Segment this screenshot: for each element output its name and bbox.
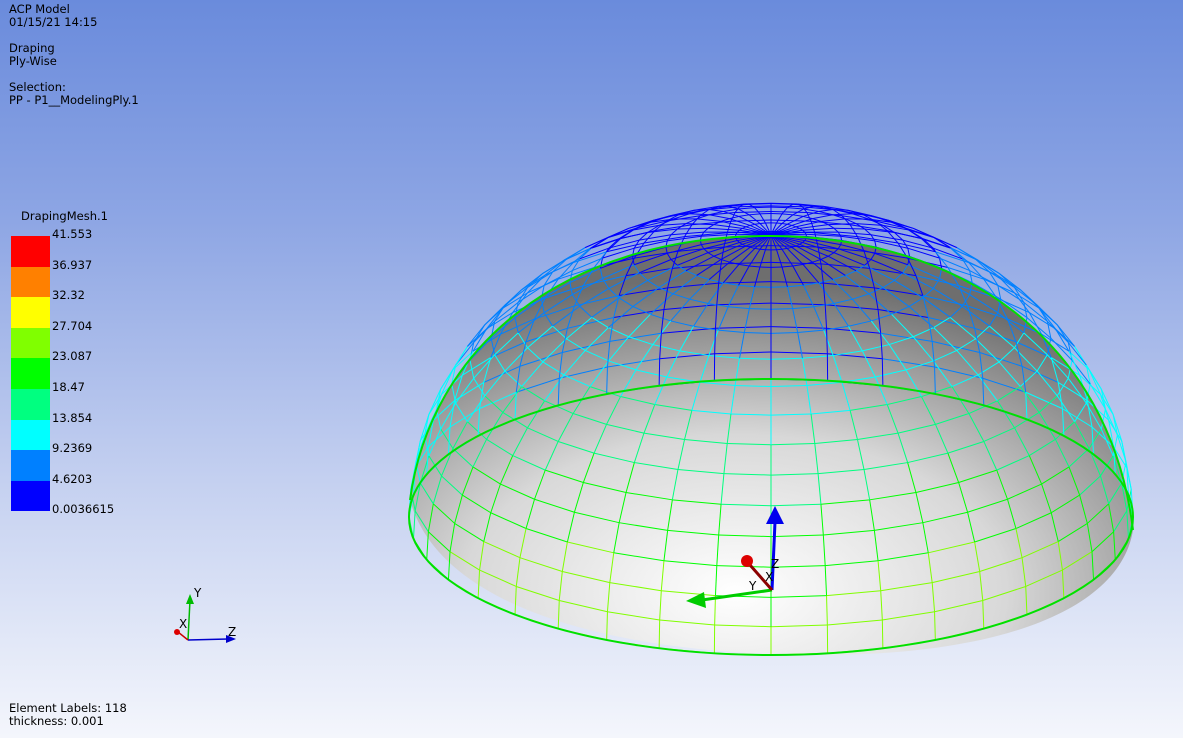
mesh-edge [707,224,715,229]
mesh-edge [787,207,804,210]
mesh-edge [874,240,877,248]
mesh-edge [881,358,884,386]
mesh-edge [1014,287,1038,306]
mesh-edge [708,227,740,231]
mesh-edge [502,289,523,309]
mesh-edge [735,210,772,214]
triad-x-label: X [179,617,187,631]
mesh-edge [812,214,833,220]
mesh-edge [677,227,709,230]
mesh-edge [907,248,911,257]
mesh-edge [770,205,803,208]
model-axis-y-label: Y [748,579,757,593]
mesh-edge [828,223,857,226]
mesh-edge [709,214,730,220]
mesh-edge [729,215,740,220]
mesh-edge [770,210,807,214]
mesh-edge [689,213,710,216]
mesh-edge [849,224,858,237]
model-axis-x-label: X [765,570,773,584]
3d-viewport[interactable]: X Y Z Y X Z [0,0,1183,738]
mesh-edge [412,510,416,539]
thickness-text: thickness: 0.001 [9,714,104,728]
mesh-edge [802,227,834,231]
mesh-edge [486,307,504,330]
mesh-edge [827,224,835,229]
mesh-edge [754,207,761,215]
mesh-edge [749,213,760,216]
mesh-edge [738,207,755,210]
mesh-edge [881,619,884,649]
mesh-edge [708,208,724,212]
mesh-edge [857,236,899,244]
mesh-edge [792,214,804,217]
mesh-edge [969,270,973,283]
mesh-edge [685,223,714,226]
mesh-edge [781,222,788,225]
mesh-edge [832,213,853,216]
mesh-edge [658,619,661,649]
mesh-edge [802,215,813,220]
mesh-edge [782,213,793,216]
mesh-edge [820,218,846,222]
mesh-edge [840,236,843,241]
mesh-edge [989,271,1015,288]
mesh-edge [1029,312,1056,330]
mesh-edge [781,207,788,215]
model-axis-z-label: Z [771,557,779,571]
mesh-edge [749,308,772,310]
mesh-edge [754,222,761,225]
mesh-edge [1038,307,1056,330]
mesh-edge [770,203,793,205]
triad-y-label: Y [193,586,202,600]
mesh-edge [696,218,722,222]
mesh-edge [759,213,766,224]
mesh-edge [833,227,865,230]
mesh-edge [770,308,793,310]
mesh-edge [749,203,772,205]
mesh-edge [776,213,783,224]
mesh-edge [818,208,834,212]
mesh-edge [643,236,685,244]
mesh-edge [739,205,772,208]
mesh-edge [684,224,693,237]
triad-z-label: Z [228,625,236,639]
mesh-edge [658,358,661,386]
mesh-edge [738,214,750,217]
global-axis-triad: Y X Z [174,586,236,643]
